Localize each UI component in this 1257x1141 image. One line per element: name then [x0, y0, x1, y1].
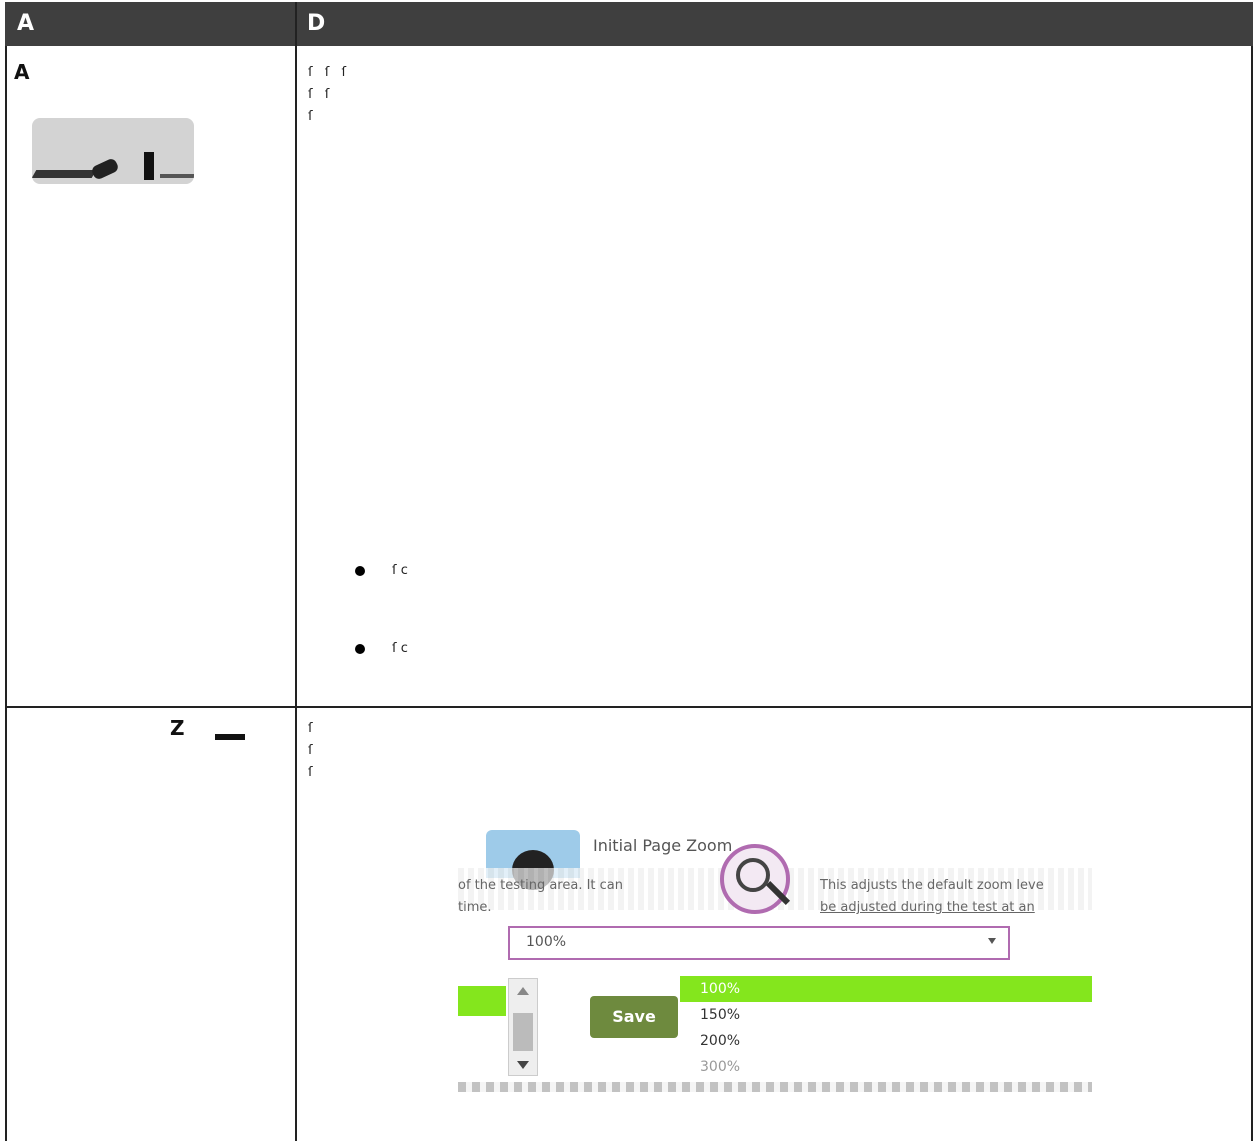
zoom-settings-screenshot: Initial Page Zoom of the testing area. I… [458, 830, 1092, 1094]
scrollbar[interactable] [508, 978, 538, 1076]
row-1-icon-thumbnail [32, 118, 194, 184]
chevron-down-icon [988, 938, 996, 944]
description-right-1: This adjusts the default zoom leve [820, 878, 1044, 893]
header-col-2: D [307, 11, 326, 36]
scroll-down-icon[interactable] [517, 1061, 529, 1069]
text-fragment: ſ [308, 743, 313, 758]
text-fragment: ſ [308, 721, 313, 736]
text-fragment: ſ [324, 65, 330, 80]
text-fragment: ſ [308, 765, 313, 780]
description-right-2: be adjusted during the test at an [820, 900, 1035, 915]
zoom-option-150[interactable]: 150% [680, 1002, 1092, 1028]
noise-footer [458, 1082, 1092, 1092]
bullet-dot [355, 566, 365, 576]
header-col-1: A [17, 11, 35, 36]
text-fragment: ſ [308, 109, 313, 124]
zoom-options-list: 100% 150% 200% 300% [680, 976, 1092, 1094]
highlight-bar [458, 986, 506, 1016]
zoom-option-100[interactable]: 100% [680, 976, 1092, 1002]
row-1-name: A [14, 60, 30, 84]
zoom-option-200[interactable]: 200% [680, 1028, 1092, 1054]
row-divider [5, 706, 1253, 708]
save-button[interactable]: Save [590, 996, 678, 1038]
description-left-2: time. [458, 900, 492, 915]
bullet-text: ſ c [392, 563, 408, 578]
scroll-thumb[interactable] [513, 1013, 533, 1051]
scroll-up-icon[interactable] [517, 987, 529, 995]
table-header: A D [5, 2, 1253, 46]
description-left-1: of the testing area. It can [458, 878, 624, 893]
row-2-name: Z [170, 716, 185, 740]
column-divider [295, 2, 297, 1141]
bullet-text: ſ c [392, 641, 408, 656]
magnifier-icon [720, 844, 791, 914]
zoom-select-value: 100% [526, 934, 567, 950]
row-2-name-mark [215, 734, 245, 740]
zoom-select[interactable]: 100% [508, 926, 1010, 960]
text-fragment: ſ [341, 65, 347, 80]
row-2-description: ſ ſ ſ [308, 718, 1233, 784]
text-fragment: ſ [324, 87, 330, 102]
text-fragment: ſ [308, 87, 313, 102]
bullet-dot [355, 644, 365, 654]
row-1-description: ſ ſ ſ ſ ſ ſ [308, 62, 1233, 128]
zoom-option-300[interactable]: 300% [680, 1054, 1092, 1080]
text-fragment: ſ [308, 65, 313, 80]
zoom-title: Initial Page Zoom [593, 836, 733, 855]
